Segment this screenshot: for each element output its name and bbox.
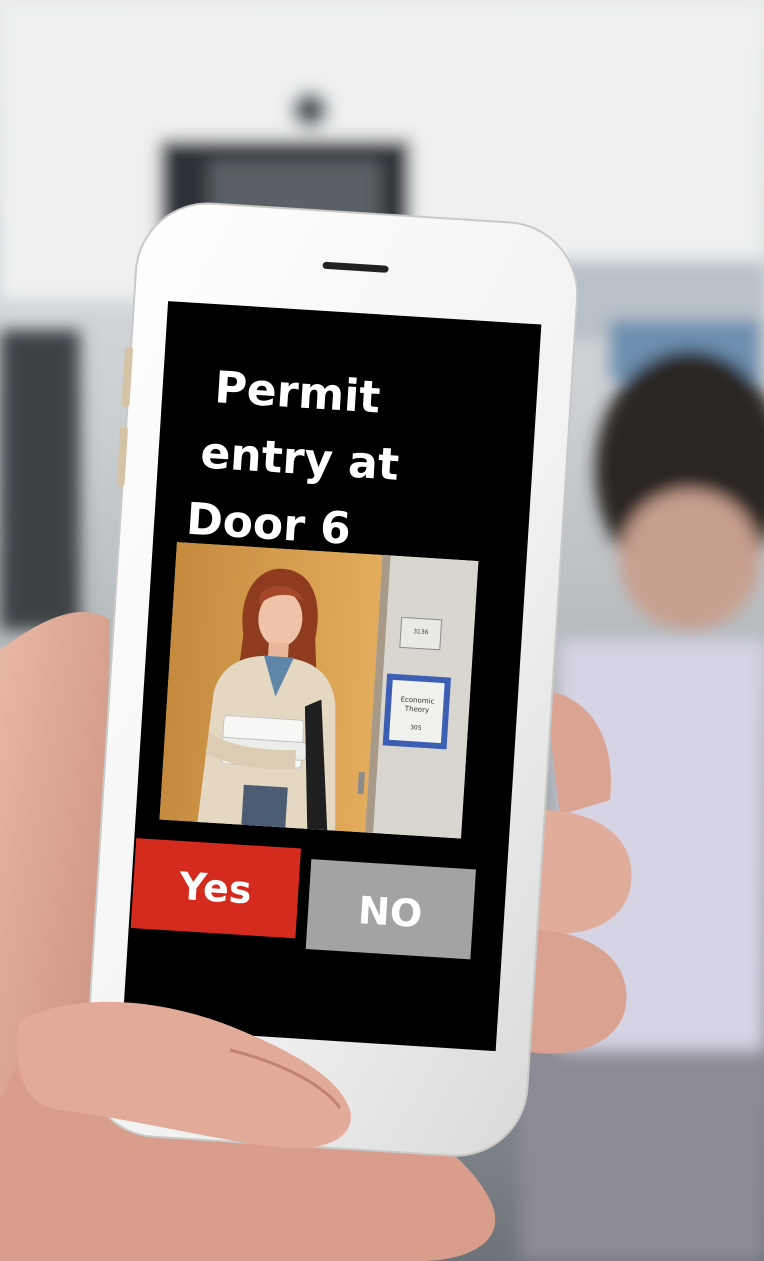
room-number-text: 3136	[413, 628, 429, 636]
scene: Permit entry at Door 6 3136 Economic The…	[0, 0, 764, 1261]
no-button[interactable]: NO	[305, 859, 477, 960]
visitor-photo: 3136 Economic Theory 305	[159, 542, 479, 839]
no-button-label: NO	[357, 888, 424, 936]
yes-button[interactable]: Yes	[130, 838, 301, 939]
office-name-line-2: Theory	[404, 705, 430, 715]
office-name-line-3: 305	[410, 724, 422, 732]
prompt-line-1: Permit	[213, 362, 382, 423]
yes-button-label: Yes	[177, 864, 253, 913]
